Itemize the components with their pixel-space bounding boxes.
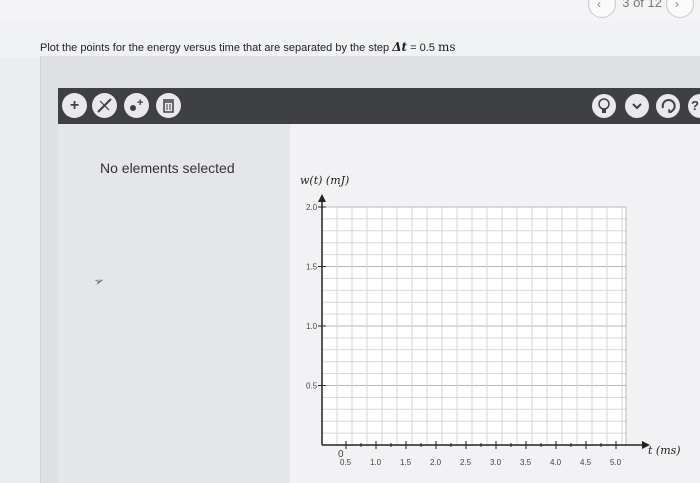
- delete-button[interactable]: [156, 93, 181, 118]
- chevron-right-icon: ›: [675, 0, 679, 11]
- mouse-cursor-icon: ➢: [91, 272, 107, 290]
- x-tick-label: 4.5: [580, 458, 592, 467]
- point-tool-button[interactable]: +: [124, 93, 149, 118]
- question-unit: ms: [437, 40, 456, 54]
- question-equals: = 0.5: [407, 42, 438, 54]
- y-tick-label: 0.5: [306, 382, 318, 391]
- question-prompt: Plot the points for the energy versus ti…: [0, 22, 700, 58]
- question-text: Plot the points for the energy versus ti…: [40, 40, 456, 54]
- graph-canvas[interactable]: 0.5 1.0 1.5 2.0 2.5 3.0 3.5 4.0 4.5 5.00.51.01.52…: [290, 124, 700, 483]
- add-element-button[interactable]: +: [62, 93, 87, 118]
- help-button[interactable]: ?: [688, 94, 700, 118]
- help-label: ?: [691, 98, 699, 113]
- delta-t-symbol: Δt: [392, 40, 408, 54]
- reset-icon: [661, 99, 676, 113]
- x-tick-label: 1.5: [400, 458, 412, 467]
- y-tick-label: 1.5: [306, 263, 318, 272]
- grid-lines: [322, 206, 627, 446]
- previous-question-button[interactable]: ‹: [588, 0, 616, 18]
- trash-icon: [163, 99, 174, 113]
- origin-label: 0: [338, 449, 344, 460]
- x-tick-label: 2.0: [430, 458, 442, 467]
- line-tool-icon: [97, 98, 112, 113]
- top-navigation-bar: ‹ 3 of 12 ›: [0, 0, 700, 23]
- point-tool-icon: +: [130, 97, 143, 111]
- question-pager: 3 of 12: [622, 0, 662, 10]
- next-question-button[interactable]: ›: [666, 0, 694, 18]
- x-tick-label: 1.0: [370, 458, 382, 467]
- point-plus-label: +: [137, 97, 143, 109]
- y-tick-label: 2.0: [306, 203, 318, 212]
- x-tick-label: 4.0: [550, 458, 562, 467]
- chevron-down-icon: [632, 103, 642, 110]
- question-prefix: Plot the points for the energy versus ti…: [40, 42, 393, 54]
- y-axis-label: w(t) (mJ): [300, 174, 349, 187]
- x-tick-label: 3.5: [520, 458, 532, 467]
- dropdown-button[interactable]: [625, 94, 649, 118]
- hint-button[interactable]: [592, 94, 616, 118]
- lightbulb-icon: [598, 98, 610, 113]
- line-tool-button[interactable]: [92, 93, 117, 118]
- x-tick-label: 3.0: [490, 458, 502, 467]
- reset-button[interactable]: [656, 94, 680, 118]
- x-tick-label: 5.0: [610, 458, 622, 467]
- no-selection-message: No elements selected: [100, 160, 235, 176]
- plus-icon: +: [69, 97, 80, 114]
- graph-area[interactable]: 0.5 1.0 1.5 2.0 2.5 3.0 3.5 4.0 4.5 5.0 0.5 1.0 1.5 2…: [290, 124, 700, 483]
- x-axis-label: t (ms): [648, 444, 681, 457]
- element-sidebar: No elements selected ➢: [58, 124, 290, 483]
- chevron-left-icon: ‹: [597, 0, 601, 11]
- x-tick-label: 2.5: [460, 458, 472, 467]
- y-axis-arrow: [318, 194, 326, 202]
- graph-toolbar: + + ?: [58, 88, 700, 124]
- y-tick-label: 1.0: [306, 322, 318, 331]
